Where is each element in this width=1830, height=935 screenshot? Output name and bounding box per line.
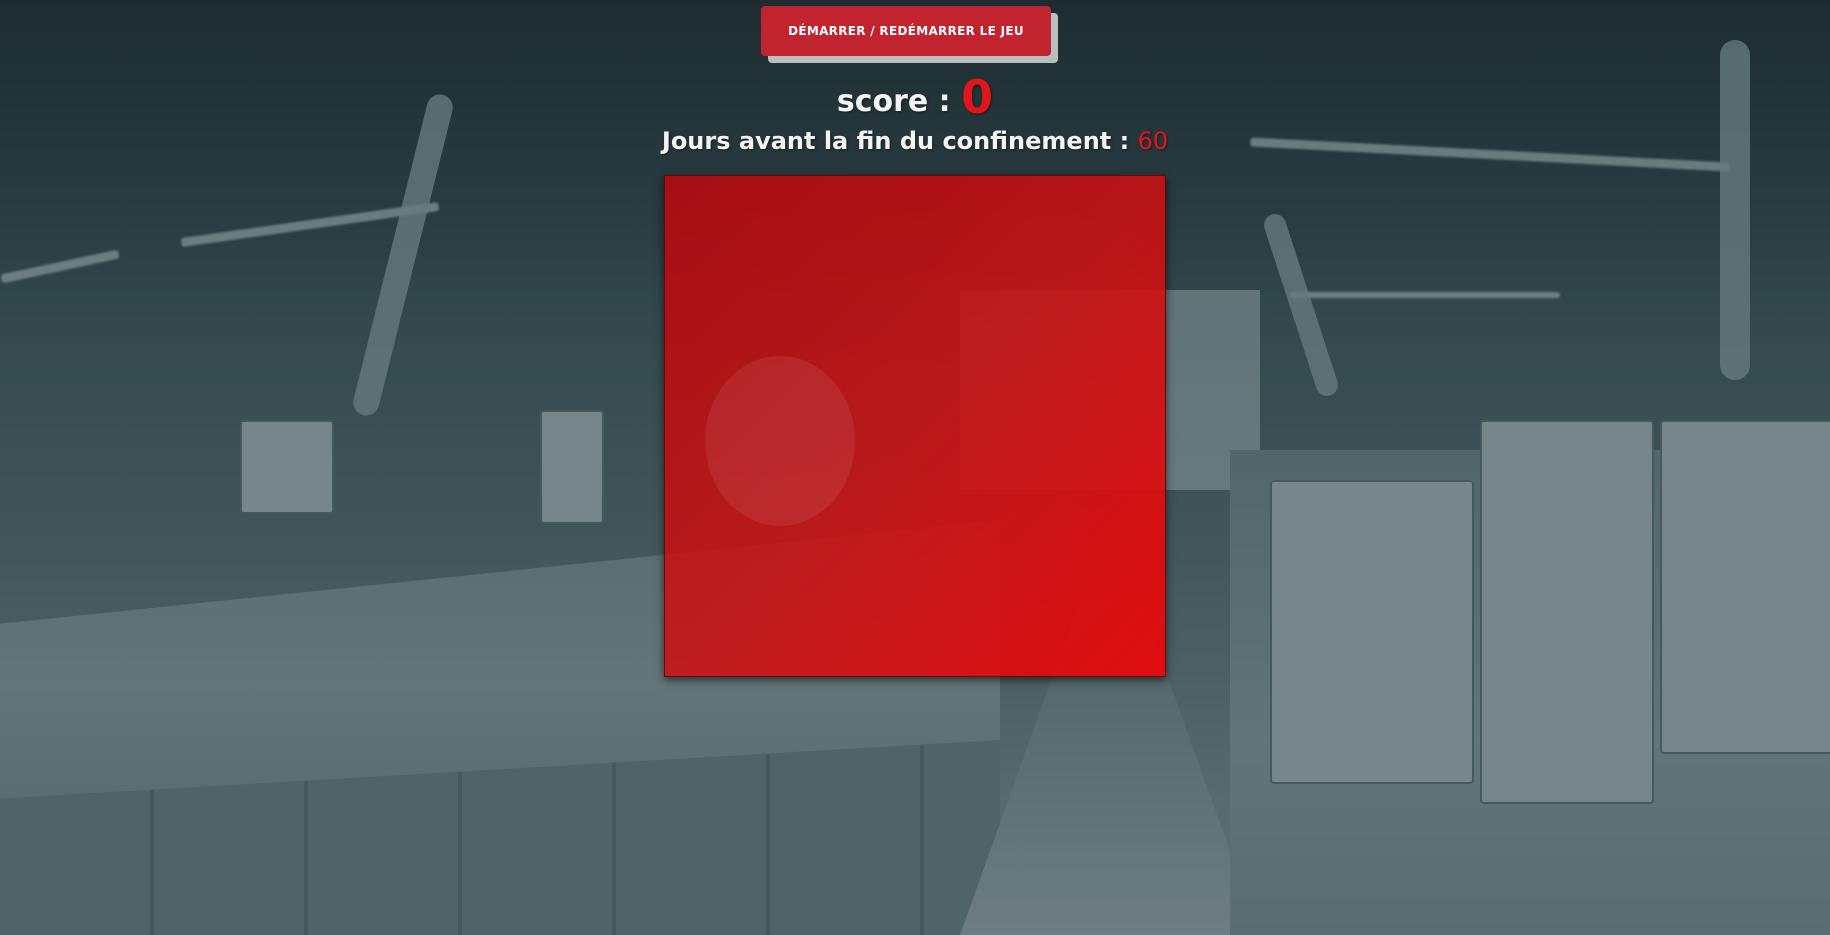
game-board[interactable] <box>664 175 1166 677</box>
score-value: 0 <box>961 70 994 124</box>
start-restart-button[interactable]: DÉMARRER / REDÉMARRER LE JEU <box>761 6 1051 56</box>
days-remaining-display: Jours avant la fin du confinement : 60 <box>0 127 1830 155</box>
days-remaining-label: Jours avant la fin du confinement : <box>661 127 1130 155</box>
days-remaining-value: 60 <box>1137 127 1169 155</box>
score-label: score : <box>836 84 951 119</box>
board-background-shape <box>705 356 855 526</box>
game-screen: DÉMARRER / REDÉMARRER LE JEU score : 0 J… <box>0 0 1830 935</box>
score-display: score : 0 <box>0 70 1830 124</box>
